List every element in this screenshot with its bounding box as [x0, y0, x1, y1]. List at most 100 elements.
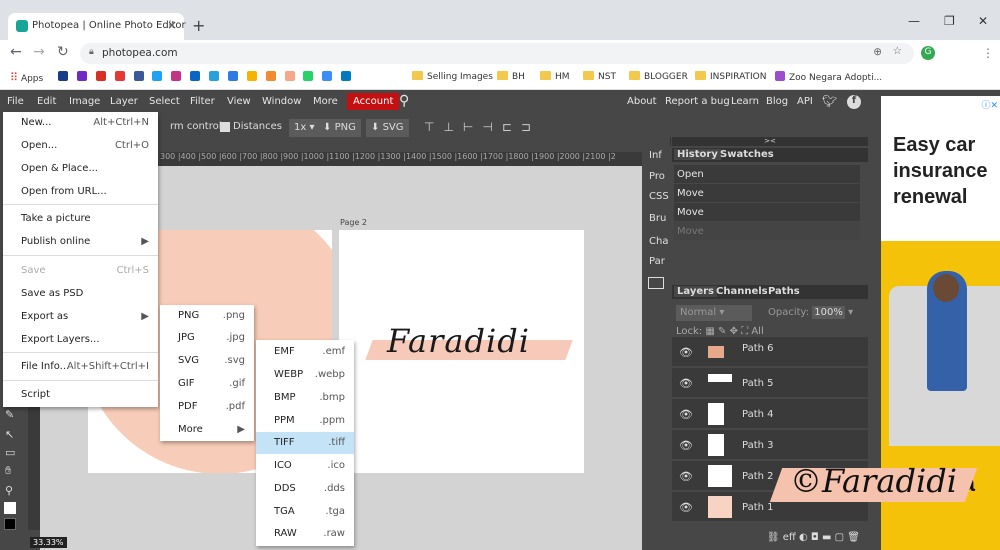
menu-image[interactable]: Image	[69, 96, 100, 107]
menu-view[interactable]: View	[227, 96, 251, 107]
lock-artboard-icon[interactable]: ⛶	[741, 326, 748, 337]
link-layers-icon[interactable]: ⛓	[767, 532, 780, 543]
transform-controls-label[interactable]: rm controls	[170, 121, 227, 132]
bookmark-selling-images[interactable]: Selling Images	[412, 71, 493, 82]
menu-item-save-psd[interactable]: Save as PSD	[3, 283, 158, 305]
trello-icon[interactable]	[341, 71, 352, 81]
image-panel-icon[interactable]	[648, 277, 664, 289]
effects-label[interactable]: eff	[783, 532, 796, 543]
zoom-tool-icon[interactable]: ⚲	[5, 484, 13, 497]
menu-filter[interactable]: Filter	[190, 96, 215, 107]
window-close-button[interactable]: ✕	[978, 14, 988, 28]
globe-icon[interactable]	[227, 71, 238, 81]
eye-icon[interactable]: 👁︎	[679, 439, 693, 452]
quick-export-svg-button[interactable]: ⬇ SVG	[366, 119, 409, 137]
blend-mode-select[interactable]: Normal ▾	[676, 305, 752, 321]
menu-api[interactable]: API	[797, 96, 813, 107]
artboard-page-2[interactable]: Faradidi	[339, 230, 584, 473]
menu-item-export-as[interactable]: Export as ▶	[3, 306, 158, 328]
layer-row[interactable]: 👁︎ Path 5	[672, 368, 868, 398]
eye-icon[interactable]: 👁︎	[679, 408, 693, 421]
instagram-icon[interactable]	[171, 71, 182, 81]
menu-item-export-layers[interactable]: Export Layers...	[3, 329, 158, 351]
canva-icon[interactable]	[284, 71, 295, 81]
align-icons[interactable]: ⊤⊥⊢⊣⊏⊐	[424, 120, 540, 134]
export-more[interactable]: More ▶	[160, 419, 254, 441]
zoom-plus-icon[interactable]: ⊕	[873, 46, 882, 58]
tab-channels[interactable]: Channels	[716, 286, 768, 297]
mask-icon[interactable]: ◘	[811, 532, 819, 543]
gmail-icon[interactable]	[95, 71, 106, 81]
minimize-button[interactable]: —	[908, 14, 920, 28]
telegram-icon[interactable]	[209, 71, 219, 81]
history-item[interactable]: Move	[674, 203, 860, 222]
lock-all-label[interactable]: All	[751, 326, 763, 337]
tab-layers[interactable]: Layers	[674, 286, 717, 297]
blogger-icon[interactable]	[265, 71, 276, 81]
menu-item-script[interactable]: Script	[3, 384, 158, 406]
layer-row[interactable]: 👁︎ Path 4	[672, 399, 868, 429]
export-dds[interactable]: DDS .dds	[256, 478, 354, 500]
bookmark-hm[interactable]: HM	[540, 71, 570, 82]
export-gif[interactable]: GIF .gif	[160, 373, 254, 395]
export-tga[interactable]: TGA .tga	[256, 501, 354, 523]
twitter-icon[interactable]	[152, 71, 163, 81]
delete-layer-icon[interactable]: 🗑︎	[847, 532, 860, 543]
menu-report-bug[interactable]: Report a bug	[665, 96, 730, 107]
menu-blog[interactable]: Blog	[766, 96, 788, 107]
bookmark-nst[interactable]: NST	[583, 71, 616, 82]
foreground-color-swatch[interactable]	[4, 502, 16, 514]
menu-item-save[interactable]: Save Ctrl+S	[3, 260, 158, 282]
layer-row[interactable]: 👁︎ Path 3	[672, 430, 868, 460]
export-png[interactable]: PNG .png	[160, 305, 254, 327]
eye-icon[interactable]: 👁︎	[679, 470, 693, 483]
rectangle-tool-icon[interactable]: ▭	[5, 446, 15, 459]
hand-tool-icon[interactable]: ✋︎	[5, 464, 11, 478]
folder-icon[interactable]: ▬	[822, 532, 831, 543]
history-item[interactable]: Move	[674, 184, 860, 203]
eye-icon[interactable]: 👁︎	[679, 377, 693, 390]
menu-item-file-info[interactable]: File Info... Alt+Shift+Ctrl+I	[3, 356, 158, 378]
maximize-button[interactable]: ❐	[944, 14, 955, 28]
export-svg[interactable]: SVG .svg	[160, 350, 254, 372]
paypal-icon[interactable]	[58, 71, 68, 81]
panel-css-button[interactable]: CSS	[649, 191, 669, 202]
adjustment-icon[interactable]: ◐	[799, 532, 808, 543]
menu-window[interactable]: Window	[262, 96, 301, 107]
drive-icon[interactable]	[246, 71, 257, 81]
account-button[interactable]: Account	[347, 93, 400, 110]
panel-properties-button[interactable]: Pro	[649, 171, 665, 182]
reload-icon[interactable]: ↻	[57, 44, 69, 60]
browser-tab[interactable]: Photopea | Online Photo Editor ×	[8, 13, 186, 40]
forward-icon[interactable]: →	[33, 44, 45, 60]
lock-brush-icon[interactable]: ✎	[718, 326, 726, 337]
chrome-icon[interactable]	[322, 71, 333, 81]
bookmark-blogger[interactable]: BLOGGER	[629, 71, 688, 82]
export-jpg[interactable]: JPG .jpg	[160, 327, 254, 349]
menu-select[interactable]: Select	[149, 96, 180, 107]
menu-item-open[interactable]: Open... Ctrl+O	[3, 135, 158, 157]
export-raw[interactable]: RAW .raw	[256, 523, 354, 545]
facebook-icon[interactable]	[133, 71, 144, 81]
close-tab-icon[interactable]: ×	[167, 18, 177, 32]
eye-icon[interactable]: 👁︎	[679, 346, 693, 359]
menu-learn[interactable]: Learn	[731, 96, 759, 107]
tab-history[interactable]: History	[674, 149, 721, 160]
layer-row[interactable]: 👁︎ Path 6	[672, 337, 868, 367]
eye-icon[interactable]: 👁︎	[679, 501, 693, 514]
menu-item-open-place[interactable]: Open & Place...	[3, 158, 158, 180]
mail-icon[interactable]	[76, 71, 87, 81]
lock-move-icon[interactable]: ✥	[730, 326, 738, 337]
whatsapp-icon[interactable]	[303, 71, 314, 81]
export-ico[interactable]: ICO .ico	[256, 455, 354, 477]
menu-item-open-url[interactable]: Open from URL...	[3, 181, 158, 203]
history-item[interactable]: Open	[674, 165, 860, 184]
distances-checkbox[interactable]	[220, 122, 230, 132]
tab-paths[interactable]: Paths	[768, 286, 800, 297]
new-tab-button[interactable]: +	[192, 16, 205, 35]
quick-export-png-button[interactable]: ⬇ PNG	[318, 119, 361, 137]
path-select-tool-icon[interactable]: ↖	[5, 428, 14, 441]
menu-file[interactable]: File	[7, 96, 24, 107]
menu-edit[interactable]: Edit	[37, 96, 56, 107]
opacity-value[interactable]: 100%	[812, 306, 845, 319]
